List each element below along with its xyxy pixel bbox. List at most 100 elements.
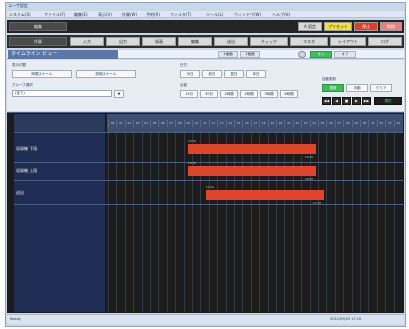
gantt-bar[interactable] <box>188 144 316 154</box>
mode-indicator: 作業 <box>9 37 67 46</box>
menu-help[interactable]: ヘルプ(H) <box>272 11 290 18</box>
log-button[interactable]: ログ <box>368 37 402 46</box>
time-tick: 17 <box>250 120 259 127</box>
time-tick: 34 <box>393 120 402 127</box>
grid-line <box>217 132 219 312</box>
scale-15-button[interactable]: 15分 <box>180 90 198 98</box>
menu-window[interactable]: ウィンドウ(W) <box>234 11 261 18</box>
time-tick: 19 <box>267 120 276 127</box>
menu-reserve[interactable]: 予約(R) <box>146 11 160 18</box>
fast-forward-button[interactable]: ▶▶ <box>362 97 371 105</box>
menu-system[interactable]: システム(S) <box>9 11 31 18</box>
now-button[interactable]: 現在 <box>374 97 402 105</box>
tab-timeline-view[interactable]: タイムライン ビュー <box>8 50 118 59</box>
clear-button[interactable]: クリア <box>370 84 392 92</box>
time-tick: 03 <box>133 120 141 127</box>
row-divider <box>14 180 403 181</box>
time-scale-button[interactable]: 時間スケール <box>12 70 72 78</box>
display-label: 表示切替 <box>12 63 26 67</box>
prev-day-button[interactable]: 前日 <box>202 70 222 78</box>
gantt-row-names <box>14 132 105 312</box>
menu-work[interactable]: 作業(W) <box>122 11 137 18</box>
grid-line <box>326 132 328 312</box>
grid-line <box>124 132 126 312</box>
grid-line <box>183 132 185 312</box>
menu-file[interactable]: ファイル(F) <box>44 11 65 18</box>
stop-transport-button[interactable]: ■ <box>342 97 351 105</box>
a-setting-button[interactable]: A 設定 <box>298 22 322 31</box>
stop-button[interactable]: 停止 <box>354 22 378 31</box>
input-button[interactable]: 入力 <box>70 37 104 46</box>
preset-button[interactable]: プリセット <box>324 22 352 31</box>
scale-30-button[interactable]: 30分 <box>200 90 218 98</box>
grid-line <box>208 132 210 312</box>
gantt-bar[interactable] <box>206 190 324 200</box>
menu-filter[interactable]: フィルタ(T) <box>170 11 191 18</box>
grid-line <box>166 132 168 312</box>
two-screen-button[interactable]: 2画面 <box>240 51 260 58</box>
next-day-button[interactable]: 翌日 <box>224 70 244 78</box>
layout-button[interactable]: レイアウト <box>330 37 366 46</box>
grid-line <box>133 132 135 312</box>
rewind-button[interactable]: ◀◀ <box>322 97 331 105</box>
gantt-row-name[interactable]: 送出 <box>16 190 24 196</box>
scale-3h-button[interactable]: 3時間 <box>260 90 278 98</box>
off-toggle[interactable]: オフ <box>334 51 356 58</box>
status-text: Ready <box>10 317 21 321</box>
grid-line <box>108 132 109 312</box>
edit-indicator: 編集 <box>9 22 67 31</box>
scale-2h-button[interactable]: 2時間 <box>240 90 258 98</box>
time-tick: 06 <box>158 120 166 127</box>
on-toggle[interactable]: オン <box>310 51 332 58</box>
dropdown-button[interactable]: ▼ <box>114 90 124 98</box>
time-tick: 09 <box>183 120 192 127</box>
detail-scale-button[interactable]: 詳細スケール <box>76 70 136 78</box>
output-button[interactable]: 出力 <box>106 37 140 46</box>
row-divider <box>14 132 403 133</box>
group-select[interactable]: (全て) <box>12 90 112 97</box>
record-button[interactable]: 録画 <box>142 37 176 46</box>
auto-update-button[interactable]: 更新 <box>322 84 344 92</box>
time-tick: 05 <box>150 120 158 127</box>
time-tick: 20 <box>276 120 284 127</box>
manual-button[interactable]: 手動 <box>346 84 368 92</box>
step-back-button[interactable]: ◀ <box>332 97 341 105</box>
edit-button[interactable]: 編集 <box>178 37 212 46</box>
time-tick: 02 <box>124 120 133 127</box>
time-tick: 08 <box>175 120 183 127</box>
time-tick: 21 <box>284 120 292 127</box>
bar-start-label: 10:30 <box>188 139 197 143</box>
circle-icon[interactable] <box>298 51 306 58</box>
time-tick: 16 <box>242 120 250 127</box>
time-tick: 13 <box>217 120 225 127</box>
grid-line <box>175 132 177 312</box>
time-tick: 15 <box>234 120 242 127</box>
time-tick: 14 <box>225 120 234 127</box>
send-button[interactable]: 送出 <box>214 37 248 46</box>
grid-line <box>309 132 311 312</box>
menu-edit[interactable]: 編集(E) <box>74 11 88 18</box>
time-tick: 12 <box>208 120 217 127</box>
time-tick: 22 <box>292 120 301 127</box>
time-tick: 27 <box>334 120 343 127</box>
time-tick: 10 <box>192 120 200 127</box>
menu-tools[interactable]: ツール(L) <box>206 11 223 18</box>
play-button[interactable]: ▶ <box>352 97 361 105</box>
this-day-button[interactable]: 本日 <box>246 70 266 78</box>
master-button[interactable]: マスタ <box>290 37 328 46</box>
check-button[interactable]: チェック <box>250 37 288 46</box>
scale-1h-button[interactable]: 1時間 <box>220 90 238 98</box>
auto-update-label: 自動更新 <box>322 77 336 81</box>
today-button[interactable]: 今日 <box>180 70 200 78</box>
menu-view[interactable]: 表示(V) <box>98 11 112 18</box>
gantt-row-name[interactable]: 収録機 上段 <box>16 168 37 174</box>
scale-6h-button[interactable]: 6時間 <box>280 90 298 98</box>
gantt-bar[interactable] <box>188 166 316 176</box>
gantt-row-name[interactable]: 収録機 下段 <box>16 146 37 152</box>
grid-line <box>234 132 235 312</box>
time-tick: 00 <box>108 120 116 127</box>
delete-button[interactable]: 削除 <box>380 22 402 31</box>
one-screen-button[interactable]: 1画面 <box>218 51 238 58</box>
window-title: ユーザ設定 <box>8 3 28 8</box>
time-tick: 30 <box>360 120 368 127</box>
